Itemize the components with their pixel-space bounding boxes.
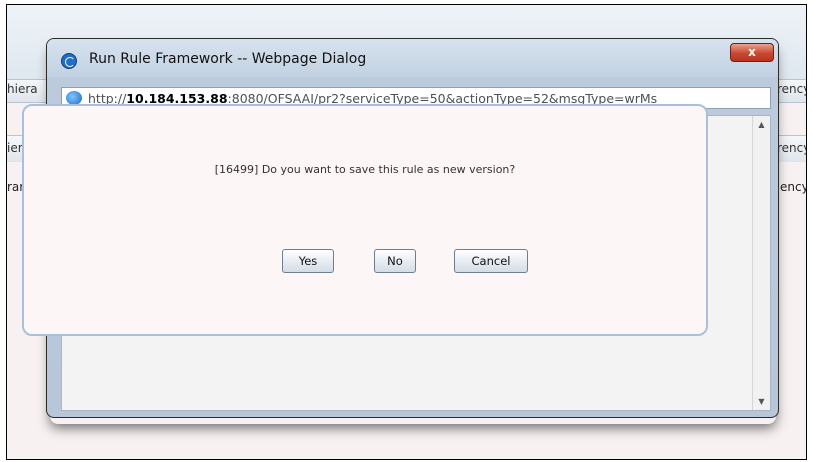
dialog-title: Run Rule Framework -- Webpage Dialog bbox=[89, 51, 367, 67]
background-text: rency bbox=[777, 82, 806, 96]
message-panel: [16499] Do you want to save this rule as… bbox=[22, 104, 708, 336]
webpage-dialog-icon bbox=[61, 53, 77, 69]
yes-button[interactable]: Yes bbox=[282, 249, 334, 273]
close-button[interactable]: x bbox=[730, 43, 774, 62]
internet-explorer-icon bbox=[66, 91, 82, 105]
no-button[interactable]: No bbox=[374, 249, 416, 273]
confirmation-message: [16499] Do you want to save this rule as… bbox=[214, 163, 516, 176]
dialog-titlebar[interactable]: Run Rule Framework -- Webpage Dialog x bbox=[47, 39, 778, 77]
scroll-down-arrow-icon[interactable]: ▼ bbox=[753, 393, 770, 410]
scroll-up-arrow-icon[interactable]: ▲ bbox=[753, 116, 770, 133]
vertical-scrollbar[interactable]: ▲ ▼ bbox=[752, 116, 770, 410]
background-text: hiera bbox=[7, 82, 38, 96]
background-text: ency bbox=[780, 180, 807, 194]
cancel-button[interactable]: Cancel bbox=[454, 249, 528, 273]
background-text: rency bbox=[777, 141, 806, 155]
close-icon: x bbox=[748, 45, 756, 59]
